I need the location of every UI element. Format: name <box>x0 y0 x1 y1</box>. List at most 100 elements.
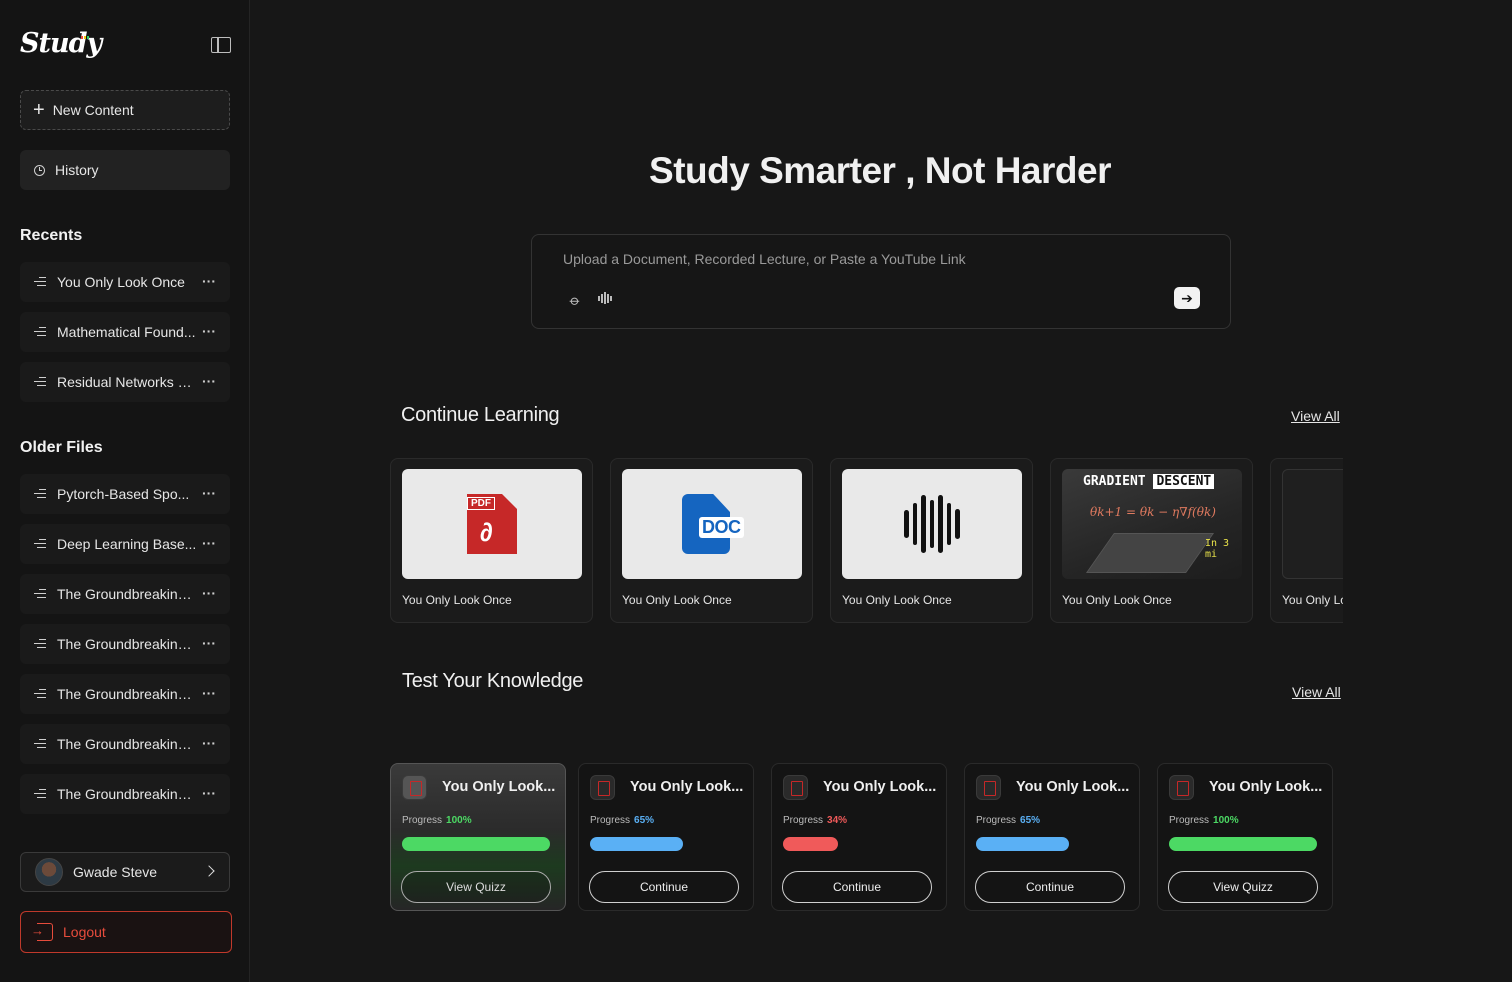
content-card[interactable]: GRADIENT DESCENT θk+1 = θk − η∇f(θk) In … <box>1050 458 1253 623</box>
pdf-badge: PDF <box>467 497 495 510</box>
quiz-title: You Only Look... <box>1016 779 1130 795</box>
more-options-icon[interactable]: ··· <box>202 373 216 389</box>
continue-learning-carousel: PDF ∂ You Only Look Once DOC You Only Lo… <box>390 458 1343 623</box>
sidebar-toggle-icon[interactable] <box>211 37 231 53</box>
continue-button[interactable]: Continue <box>782 871 932 903</box>
view-quiz-button[interactable]: View Quizz <box>401 871 551 903</box>
older-file-item[interactable]: Pytorch-Based Spo... ··· <box>20 474 230 514</box>
older-file-item[interactable]: The Groundbreaking... ··· <box>20 624 230 664</box>
logout-icon <box>31 923 53 941</box>
new-content-label: New Content <box>52 102 134 118</box>
older-file-item[interactable]: Deep Learning Base... ··· <box>20 524 230 564</box>
content-thumbnail: DOC <box>622 469 802 579</box>
recent-item[interactable]: Residual Networks a... ··· <box>20 362 230 402</box>
recent-item[interactable]: You Only Look Once ··· <box>20 262 230 302</box>
pdf-file-icon <box>402 775 427 800</box>
progress-label: Progress 65% <box>976 815 1041 826</box>
recent-item[interactable]: Mathematical Found... ··· <box>20 312 230 352</box>
progress-label: Progress 100% <box>402 815 472 826</box>
content-card-label: You Only Lo <box>1282 593 1343 607</box>
older-file-item[interactable]: The Groundbreaking... ··· <box>20 574 230 614</box>
new-content-button[interactable]: + New Content <box>20 90 230 130</box>
user-name: Gwade Steve <box>73 864 158 880</box>
text-lines-icon <box>34 377 46 387</box>
progress-label: Progress 34% <box>783 815 848 826</box>
thumbnail-equation: θk+1 = θk − η∇f(θk) <box>1090 505 1216 519</box>
quiz-card[interactable]: You Only Look... Progress 100% View Quizz <box>1157 763 1333 911</box>
file-label: The Groundbreaking... <box>57 636 197 652</box>
quiz-card[interactable]: You Only Look... Progress 65% Continue <box>578 763 754 911</box>
upload-input[interactable] <box>563 251 1163 267</box>
text-lines-icon <box>34 789 46 799</box>
file-label: You Only Look Once <box>57 274 185 290</box>
older-file-item[interactable]: The Groundbreaking... ··· <box>20 674 230 714</box>
audio-wave-icon[interactable] <box>598 292 612 304</box>
file-label: The Groundbreaking... <box>57 786 197 802</box>
app-root: Study + New Content History Recents You … <box>0 0 1512 982</box>
progress-bar <box>402 837 550 851</box>
file-label: Deep Learning Base... <box>57 536 197 552</box>
more-options-icon[interactable]: ··· <box>202 323 216 339</box>
more-options-icon[interactable]: ··· <box>202 635 216 651</box>
more-options-icon[interactable]: ··· <box>202 735 216 751</box>
page-title: Study Smarter , Not Harder <box>649 150 1111 191</box>
view-quiz-button[interactable]: View Quizz <box>1168 871 1318 903</box>
audio-wave-icon <box>902 494 962 554</box>
content-card[interactable]: You Only Lo <box>1270 458 1343 623</box>
test-knowledge-heading: Test Your Knowledge <box>402 670 584 692</box>
pdf-file-icon <box>976 775 1001 800</box>
content-card[interactable]: PDF ∂ You Only Look Once <box>390 458 593 623</box>
quiz-card[interactable]: You Only Look... Progress 34% Continue <box>771 763 947 911</box>
study-logo[interactable]: Study <box>20 28 102 59</box>
quiz-title: You Only Look... <box>1209 779 1323 795</box>
older-files-heading: Older Files <box>20 439 103 456</box>
content-thumbnail <box>842 469 1022 579</box>
continue-learning-heading: Continue Learning <box>401 404 560 426</box>
text-lines-icon <box>34 589 46 599</box>
progress-bar <box>976 837 1069 851</box>
chevron-right-icon <box>203 865 215 877</box>
content-thumbnail <box>1282 469 1343 579</box>
more-options-icon[interactable]: ··· <box>202 585 216 601</box>
upload-box: ⌀ ➔ <box>531 234 1231 329</box>
paperclip-icon[interactable]: ⌀ <box>566 292 584 310</box>
continue-button[interactable]: Continue <box>975 871 1125 903</box>
continue-view-all-link[interactable]: View All <box>1291 408 1340 424</box>
avatar <box>35 858 63 886</box>
pdf-file-icon <box>1169 775 1194 800</box>
older-file-item[interactable]: The Groundbreaking... ··· <box>20 724 230 764</box>
progress-label: Progress 100% <box>1169 815 1239 826</box>
user-profile-button[interactable]: Gwade Steve <box>20 852 230 892</box>
more-options-icon[interactable]: ··· <box>202 485 216 501</box>
more-options-icon[interactable]: ··· <box>202 685 216 701</box>
sidebar: Study + New Content History Recents You … <box>0 0 250 982</box>
quiz-view-all-link[interactable]: View All <box>1292 684 1341 700</box>
text-lines-icon <box>34 639 46 649</box>
content-card-label: You Only Look Once <box>842 593 952 607</box>
content-card[interactable]: DOC You Only Look Once <box>610 458 813 623</box>
more-options-icon[interactable]: ··· <box>202 785 216 801</box>
text-lines-icon <box>34 689 46 699</box>
logo-accent-icon <box>81 36 89 39</box>
more-options-icon[interactable]: ··· <box>202 273 216 289</box>
progress-bar <box>1169 837 1317 851</box>
quiz-card[interactable]: You Only Look... Progress 100% View Quizz <box>390 763 566 911</box>
content-card[interactable]: You Only Look Once <box>830 458 1033 623</box>
quiz-card[interactable]: You Only Look... Progress 65% Continue <box>964 763 1140 911</box>
content-card-label: You Only Look Once <box>402 593 512 607</box>
content-card-label: You Only Look Once <box>622 593 732 607</box>
older-file-item[interactable]: The Groundbreaking... ··· <box>20 774 230 814</box>
continue-button[interactable]: Continue <box>589 871 739 903</box>
text-lines-icon <box>34 277 46 287</box>
logout-button[interactable]: Logout <box>20 911 232 953</box>
acrobat-icon: ∂ <box>480 517 493 547</box>
more-options-icon[interactable]: ··· <box>202 535 216 551</box>
text-lines-icon <box>34 739 46 749</box>
file-label: Residual Networks a... <box>57 374 197 390</box>
send-button[interactable]: ➔ <box>1174 287 1200 309</box>
history-button[interactable]: History <box>20 150 230 190</box>
file-label: Pytorch-Based Spo... <box>57 486 190 502</box>
text-lines-icon <box>34 327 46 337</box>
text-lines-icon <box>34 489 46 499</box>
doc-badge: DOC <box>699 517 744 538</box>
